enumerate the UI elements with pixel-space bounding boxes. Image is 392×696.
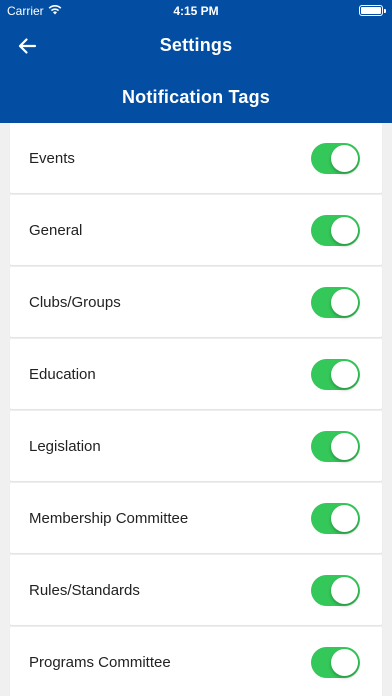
tag-toggle[interactable] — [311, 215, 360, 246]
tag-row: General — [10, 195, 382, 265]
status-bar: Carrier 4:15 PM — [0, 0, 392, 22]
toggle-knob — [331, 649, 358, 676]
status-time: 4:15 PM — [173, 4, 219, 18]
tag-label: Programs Committee — [29, 654, 171, 671]
tag-toggle[interactable] — [311, 431, 360, 462]
toggle-knob — [331, 289, 358, 316]
tag-toggle[interactable] — [311, 287, 360, 318]
toggle-knob — [331, 361, 358, 388]
tag-toggle[interactable] — [311, 647, 360, 678]
tag-row: Rules/Standards — [10, 555, 382, 625]
tag-toggle[interactable] — [311, 143, 360, 174]
tag-toggle[interactable] — [311, 503, 360, 534]
page-title: Settings — [159, 35, 233, 55]
tag-row: Membership Committee — [10, 483, 382, 553]
tag-row: Legislation — [10, 411, 382, 481]
tag-toggle[interactable] — [311, 575, 360, 606]
tag-label: Membership Committee — [29, 510, 189, 527]
tag-row: Events — [10, 123, 382, 193]
tag-label: Events — [29, 150, 75, 167]
notification-tag-list: Events General Clubs/Groups Education Legisl… — [10, 123, 382, 696]
tag-toggle[interactable] — [311, 359, 360, 390]
section-title: Notification Tags — [121, 87, 271, 107]
tag-label: Education — [29, 366, 96, 383]
tag-label: Legislation — [29, 438, 101, 455]
tag-label: Clubs/Groups — [29, 294, 121, 311]
tag-row: Education — [10, 339, 382, 409]
toggle-knob — [331, 577, 358, 604]
tag-label: General — [29, 222, 83, 239]
toggle-knob — [331, 217, 358, 244]
toggle-knob — [331, 505, 358, 532]
tag-row: Clubs/Groups — [10, 267, 382, 337]
battery-icon — [359, 5, 386, 16]
toggle-knob — [331, 145, 358, 172]
toggle-knob — [331, 433, 358, 460]
tag-row: Programs Committee — [10, 627, 382, 696]
tag-label: Rules/Standards — [29, 582, 140, 599]
app-header: Carrier 4:15 PM Settings Notification Ta… — [0, 0, 392, 123]
